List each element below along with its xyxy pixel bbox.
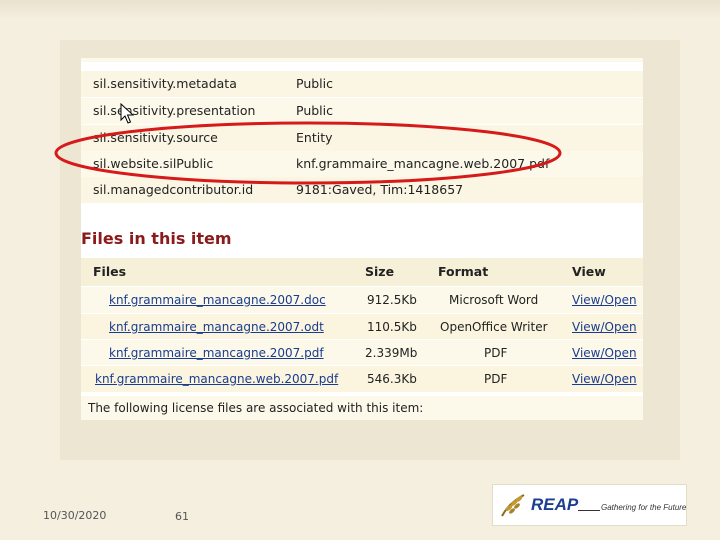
view-open-link[interactable]: View/Open: [572, 346, 637, 360]
slide-top-band: [0, 0, 720, 20]
header-files: Files: [93, 264, 127, 279]
metadata-key: sil.sensitivity.presentation: [93, 103, 256, 118]
highlight-ellipse: [54, 121, 562, 185]
table-row: knf.grammaire_mancagne.2007.odt 110.5Kb …: [81, 313, 643, 340]
view-open-link[interactable]: View/Open: [572, 320, 637, 334]
header-format: Format: [438, 264, 489, 279]
files-table-header: Files Size Format View: [81, 258, 643, 286]
metadata-row: sil.sensitivity.metadata Public: [81, 71, 643, 98]
slide-page-number: 61: [175, 510, 189, 523]
file-name-link[interactable]: knf.grammaire_mancagne.web.2007.pdf: [95, 372, 338, 386]
view-open-link[interactable]: View/Open: [572, 372, 637, 386]
files-section-title: Files in this item: [81, 229, 232, 248]
file-format: PDF: [484, 372, 508, 386]
logo-divider: [578, 510, 600, 511]
file-name-link[interactable]: knf.grammaire_mancagne.2007.odt: [109, 320, 324, 334]
table-row: knf.grammaire_mancagne.web.2007.pdf 546.…: [81, 365, 643, 392]
file-size: 110.5Kb: [367, 320, 417, 334]
file-format: PDF: [484, 346, 508, 360]
slide-date: 10/30/2020: [43, 509, 107, 522]
file-format: Microsoft Word: [449, 293, 539, 307]
file-size: 912.5Kb: [367, 293, 417, 307]
header-view: View: [572, 264, 606, 279]
file-size: 2.339Mb: [365, 346, 418, 360]
metadata-key: sil.sensitivity.metadata: [93, 76, 237, 91]
table-row: knf.grammaire_mancagne.2007.doc 912.5Kb …: [81, 286, 643, 313]
file-size: 546.3Kb: [367, 372, 417, 386]
license-notice: The following license files are associat…: [81, 396, 643, 420]
view-open-link[interactable]: View/Open: [572, 293, 637, 307]
metadata-value: Public: [296, 76, 333, 91]
metadata-row-cut: rightsHolder: [81, 58, 643, 62]
file-name-link[interactable]: knf.grammaire_mancagne.2007.pdf: [109, 346, 324, 360]
wheat-icon: [501, 494, 525, 517]
reap-logo: REAP Gathering for the Future: [492, 484, 687, 526]
table-row: knf.grammaire_mancagne.2007.pdf 2.339Mb …: [81, 339, 643, 366]
license-text: The following license files are associat…: [88, 401, 424, 415]
logo-tagline: Gathering for the Future: [601, 503, 687, 512]
file-name-link[interactable]: knf.grammaire_mancagne.2007.doc: [109, 293, 326, 307]
mouse-cursor-icon: [120, 103, 134, 124]
logo-name: REAP: [531, 495, 579, 514]
repository-screenshot: rightsHolder sil.sensitivity.metadata Pu…: [81, 58, 643, 420]
file-format: OpenOffice Writer: [440, 320, 548, 334]
header-size: Size: [365, 264, 395, 279]
metadata-value: Public: [296, 103, 333, 118]
